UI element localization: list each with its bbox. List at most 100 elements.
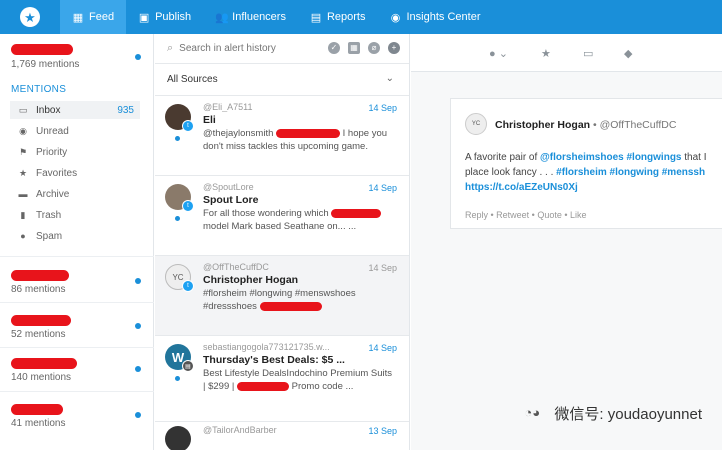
post-link[interactable]: https://t.co/aEZeUNs0Xj bbox=[465, 182, 578, 193]
item-body: Best Lifestyle DealsIndochino Premium Su… bbox=[203, 367, 399, 393]
divider bbox=[0, 391, 154, 392]
star-icon: ★ bbox=[18, 167, 28, 178]
post-hashtags[interactable]: #florsheim #longwing #menssh bbox=[556, 167, 705, 178]
flag-icon: ⚑ bbox=[18, 146, 28, 157]
tag-icon[interactable]: ◆ bbox=[624, 47, 632, 60]
post-text-plain: A favorite pair of bbox=[465, 152, 541, 163]
item-handle: @Eli_A7511 bbox=[203, 102, 253, 112]
account-main[interactable]: 1,769 mentions bbox=[11, 42, 151, 72]
search-input[interactable] bbox=[179, 43, 310, 54]
post-author-name: Christopher Hogan bbox=[495, 119, 591, 131]
alert-item[interactable]: @TailorAndBarber 13 Sep bbox=[155, 422, 409, 450]
item-body: @thejaylonsmith I hope you don't miss ta… bbox=[203, 127, 399, 153]
tab-influencers[interactable]: 👥 Influencers bbox=[203, 0, 298, 34]
sidebar-item-priority[interactable]: ⚑ Priority bbox=[10, 143, 140, 161]
item-date: 14 Sep bbox=[368, 343, 397, 353]
top-nav: ★ ▦ Feed ▣ Publish 👥 Influencers ▤ Repor… bbox=[0, 0, 722, 34]
tab-insights-center-label: Insights Center bbox=[406, 11, 481, 23]
unread-dot bbox=[135, 278, 141, 284]
body-text: Promo code ... bbox=[291, 381, 354, 392]
account-item[interactable]: 52 mentions bbox=[11, 313, 151, 343]
sidebar-item-spam[interactable]: ● Spam bbox=[10, 227, 140, 245]
account-item[interactable]: 140 mentions bbox=[11, 356, 151, 386]
twitter-icon: t bbox=[182, 200, 194, 212]
reports-icon: ▤ bbox=[310, 11, 322, 24]
tag-icon[interactable]: ⌀ bbox=[368, 42, 380, 54]
star-icon[interactable]: ★ bbox=[541, 47, 551, 60]
alert-item[interactable]: t @SpoutLore 14 Sep Spout Lore For all t… bbox=[155, 176, 409, 256]
tab-reports[interactable]: ▤ Reports bbox=[298, 0, 378, 34]
account-mentions-count: 41 mentions bbox=[11, 418, 66, 429]
body-text: | $299 | bbox=[203, 381, 235, 392]
watermark: ◔◕ 微信号: youdaoyunnet bbox=[524, 403, 702, 424]
sidebar-item-label: Spam bbox=[36, 230, 63, 242]
post-text-plain: that I bbox=[681, 152, 707, 163]
status-dropdown-icon[interactable]: ● ⌄ bbox=[489, 47, 508, 60]
account-item[interactable]: 41 mentions bbox=[11, 402, 151, 432]
redacted-account-name bbox=[11, 270, 69, 281]
body-text: model Mark based Seathane on... ... bbox=[203, 221, 357, 232]
app-logo[interactable]: ★ bbox=[0, 0, 60, 34]
tab-insights-center[interactable]: ◉ Insights Center bbox=[378, 0, 493, 34]
account-item[interactable]: 86 mentions bbox=[11, 268, 151, 298]
item-author: Thursday's Best Deals: $5 ... bbox=[203, 354, 345, 366]
twitter-icon: t bbox=[182, 120, 194, 132]
divider bbox=[0, 256, 154, 257]
redacted-account-name bbox=[11, 44, 73, 55]
inbox-icon: ▭ bbox=[18, 104, 28, 115]
post-card: YC Christopher Hogan • @OffTheCuffDC A f… bbox=[450, 98, 722, 229]
post-hashtags[interactable]: @florsheimshoes #longwings bbox=[540, 152, 681, 163]
chevron-down-icon: ⌄ bbox=[385, 73, 394, 84]
account-mentions-count: 1,769 mentions bbox=[11, 59, 80, 70]
post-actions[interactable]: Reply • Retweet • Quote • Like bbox=[465, 210, 587, 220]
rss-icon: ▤ bbox=[182, 360, 194, 372]
tab-feed[interactable]: ▦ Feed bbox=[60, 0, 127, 34]
body-text: #dressshoes bbox=[203, 301, 257, 312]
alert-item[interactable]: t @Eli_A7511 14 Sep Eli @thejaylonsmith … bbox=[155, 96, 409, 176]
archive-icon[interactable]: ▭ bbox=[583, 47, 593, 60]
add-icon[interactable]: + bbox=[388, 42, 400, 54]
check-icon[interactable]: ✓ bbox=[328, 42, 340, 54]
sidebar-item-label: Archive bbox=[36, 188, 70, 200]
tab-publish[interactable]: ▣ Publish bbox=[126, 0, 203, 34]
divider bbox=[0, 302, 154, 303]
unread-dot bbox=[175, 136, 180, 141]
mentions-section-title: MENTIONS bbox=[11, 84, 67, 95]
tab-feed-label: Feed bbox=[89, 11, 115, 23]
calendar-icon[interactable]: ▦ bbox=[348, 42, 360, 54]
alert-item-selected[interactable]: YC t @OffTheCuffDC 14 Sep Christopher Ho… bbox=[155, 256, 409, 336]
item-date: 13 Sep bbox=[368, 426, 397, 436]
alert-item[interactable]: W ▤ sebastiangogola773121735.w... 14 Sep… bbox=[155, 336, 409, 422]
body-text: I hope you bbox=[342, 128, 388, 139]
sidebar-item-trash[interactable]: ▮ Trash bbox=[10, 206, 140, 224]
redacted-account-name bbox=[11, 358, 77, 369]
search-row: ⌕ ✓ ▦ ⌀ + bbox=[155, 34, 409, 64]
account-mentions-count: 140 mentions bbox=[11, 372, 72, 383]
spam-icon: ● bbox=[20, 231, 26, 241]
post-author: Christopher Hogan • @OffTheCuffDC bbox=[495, 119, 676, 131]
home-icon: ▦ bbox=[72, 11, 84, 24]
sidebar-item-inbox[interactable]: ▭ Inbox 935 bbox=[10, 101, 140, 119]
star-icon: ★ bbox=[20, 7, 40, 27]
unread-dot bbox=[135, 323, 141, 329]
sources-filter-dropdown[interactable]: All Sources ⌄ bbox=[155, 64, 409, 96]
redacted-text bbox=[276, 128, 341, 138]
sidebar-item-archive[interactable]: ▬ Archive bbox=[10, 185, 140, 203]
sidebar-item-favorites[interactable]: ★ Favorites bbox=[10, 164, 140, 182]
twitter-icon: t bbox=[182, 280, 194, 292]
item-handle: @TailorAndBarber bbox=[203, 425, 277, 435]
alert-list-panel: ⌕ ✓ ▦ ⌀ + All Sources ⌄ t @Eli_A7511 14 … bbox=[155, 34, 410, 450]
account-mentions-count: 86 mentions bbox=[11, 284, 66, 295]
item-handle: @SpoutLore bbox=[203, 182, 254, 192]
post-separator: • bbox=[590, 119, 600, 131]
item-body: For all those wondering which model Mark… bbox=[203, 207, 399, 233]
item-handle: sebastiangogola773121735.w... bbox=[203, 342, 330, 352]
inbox-count: 935 bbox=[117, 104, 134, 116]
publish-icon: ▣ bbox=[138, 11, 150, 24]
sidebar-item-label: Priority bbox=[36, 146, 68, 158]
item-author: Spout Lore bbox=[203, 194, 259, 206]
detail-toolbar: ● ⌄ ★ ▭ ◆ bbox=[411, 34, 722, 72]
redacted-text bbox=[259, 301, 322, 311]
body-text: #florsheim #longwing #menswshoes bbox=[203, 288, 356, 299]
sidebar-item-unread[interactable]: ◉ Unread bbox=[10, 122, 140, 140]
